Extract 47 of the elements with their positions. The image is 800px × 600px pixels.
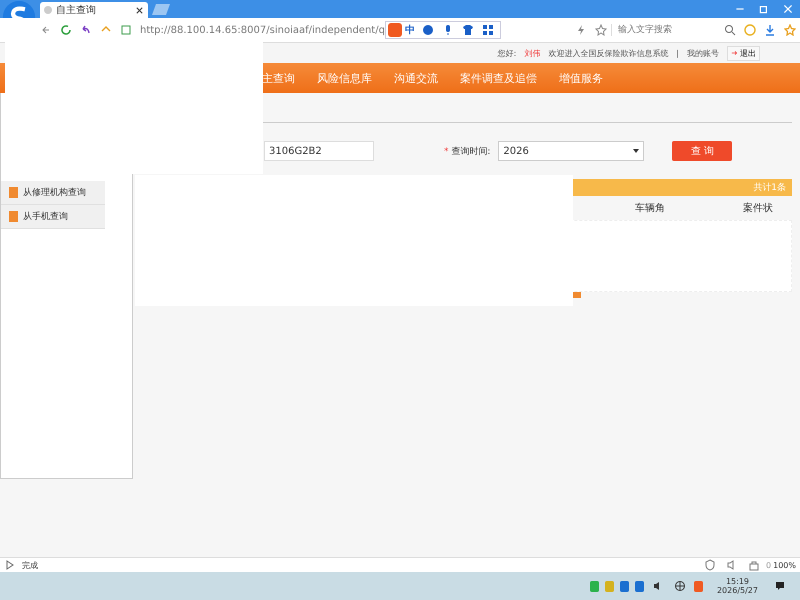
document-icon (9, 187, 18, 198)
lightning-icon[interactable] (575, 24, 587, 36)
star-icon[interactable] (595, 24, 607, 36)
play-icon[interactable] (4, 559, 16, 571)
query-input-field[interactable]: 3106G2B2 (264, 141, 374, 161)
page-icon (44, 6, 52, 14)
notification-icon[interactable] (774, 580, 786, 592)
lock-icon[interactable] (748, 559, 760, 571)
column-header: 案件状 (743, 202, 773, 215)
exit-icon (731, 49, 739, 57)
welcome-text: 欢迎进入全国反保险欺诈信息系统 (548, 48, 668, 58)
separator-text: | (676, 48, 679, 58)
ime-toolbar[interactable]: 中 (384, 21, 501, 39)
clock-time: 15:19 (726, 577, 750, 586)
back-arrow-icon[interactable] (40, 24, 52, 36)
search-icon[interactable] (724, 24, 736, 36)
status-text: 完成 (22, 560, 38, 570)
restore-icon[interactable] (758, 3, 770, 15)
download-icon[interactable] (764, 24, 776, 36)
new-tab-button[interactable] (152, 4, 170, 15)
undo-icon[interactable] (80, 24, 92, 36)
query-time-label: * 查询时间: (444, 146, 490, 158)
refresh-icon[interactable] (60, 24, 72, 36)
ime-mode-label[interactable]: 中 (404, 23, 415, 37)
greeting-text: 您好: (498, 48, 516, 58)
star-icon[interactable] (784, 24, 796, 36)
globe-icon[interactable] (674, 580, 686, 592)
address-field[interactable]: http://88.100.14.65:8007/sinoiaaf/independent/q (140, 24, 385, 36)
caret-icon (633, 149, 640, 153)
close-icon[interactable] (135, 6, 144, 14)
clock-date: 2026/5/27 (716, 586, 758, 595)
tab-title: 自主查询 (56, 4, 97, 17)
sidebar-item[interactable]: 从手机查询 (1, 205, 105, 229)
year-select[interactable]: 2026 (498, 141, 644, 161)
browser-tab[interactable]: 自主查询 (40, 2, 148, 18)
grid-icon[interactable] (482, 24, 494, 36)
logout-button[interactable]: 退出 (727, 46, 760, 60)
user-name: 刘伟 (524, 48, 540, 58)
chat-app-icon[interactable] (590, 580, 599, 592)
zoom-level[interactable]: 100% (773, 560, 796, 570)
account-link[interactable]: 我的账号 (687, 48, 719, 58)
sidebar-item[interactable]: 从修理机构查询 (1, 181, 105, 205)
column-header: 车辆角 (635, 202, 665, 215)
document-icon (9, 211, 18, 222)
shirt-icon[interactable] (462, 24, 474, 36)
result-count: 共计1条 (753, 182, 786, 194)
query-button[interactable]: 查 询 (672, 141, 732, 161)
